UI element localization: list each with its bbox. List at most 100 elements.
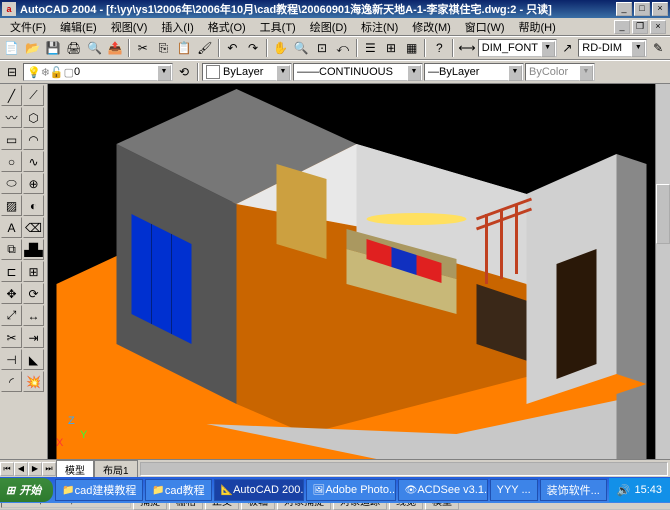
stretch-icon[interactable]: ↔ [23,305,44,326]
match-icon[interactable]: 🖌 [195,38,215,58]
open-icon[interactable]: 📂 [23,38,43,58]
maximize-button[interactable]: □ [634,2,650,16]
save-icon[interactable]: 💾 [43,38,63,58]
rectangle-icon[interactable]: ▭ [1,129,22,150]
erase-icon[interactable]: ⌫ [23,217,44,238]
toolpalette-icon[interactable]: ▦ [402,38,422,58]
cut-icon[interactable]: ✂ [133,38,153,58]
array-icon[interactable]: ⊞ [23,261,44,282]
task-item[interactable]: 📁cad教程 [145,479,211,501]
undo-icon[interactable]: ↶ [223,38,243,58]
menu-window[interactable]: 窗口(W) [459,18,511,36]
copy-obj-icon[interactable]: ⧉ [1,239,22,260]
dimstyle-dropdown[interactable]: DIM_FONT [478,39,557,57]
layer-manager-icon[interactable]: ⊟ [2,62,22,82]
publish-icon[interactable]: 📤 [105,38,125,58]
layer-prev-icon[interactable]: ⟲ [174,62,194,82]
menu-draw[interactable]: 绘图(D) [304,18,353,36]
hatch-icon[interactable]: ▨ [1,195,22,216]
vertical-scrollbar[interactable] [655,84,670,459]
linetype-value: CONTINUOUS [319,66,393,78]
trim-icon[interactable]: ✂ [1,327,22,348]
zoom-prev-icon[interactable]: ⤺ [333,38,353,58]
text-icon[interactable]: A [1,217,22,238]
region-icon[interactable]: ◐ [23,195,44,216]
tab-first-icon[interactable]: ⏮ [0,462,14,476]
task-item[interactable]: 📁cad建模教程 [55,479,143,501]
help-icon[interactable]: ? [429,38,449,58]
tray-icon[interactable]: 🔊 [617,484,631,497]
print-icon[interactable]: 🖨 [64,38,84,58]
insert-icon[interactable]: ⊕ [23,173,44,194]
new-icon[interactable]: 📄 [2,38,22,58]
layer-dropdown[interactable]: 💡❄🔓▢ 0 [23,63,173,81]
plotstyle-dropdown[interactable]: ByColor [525,63,595,81]
paste-icon[interactable]: 📋 [174,38,194,58]
menu-modify[interactable]: 修改(M) [406,18,457,36]
move-icon[interactable]: ✥ [1,283,22,304]
extend-icon[interactable]: ⇥ [23,327,44,348]
menu-help[interactable]: 帮助(H) [513,18,562,36]
task-item[interactable]: 装饰软件... [540,479,607,501]
minimize-button[interactable]: _ [616,2,632,16]
arc-icon[interactable]: ◠ [23,129,44,150]
mdi-close-button[interactable]: × [650,20,666,34]
pline-icon[interactable]: 〰 [1,107,22,128]
ellipse-icon[interactable]: ⬭ [1,173,22,194]
break-icon[interactable]: ⊣ [1,349,22,370]
tab-prev-icon[interactable]: ◀ [14,462,28,476]
model-viewport[interactable]: Z Y X [48,84,655,459]
dim-linear-icon[interactable]: ⟷ [457,38,477,58]
circle-icon[interactable]: ○ [1,151,22,172]
copy-icon[interactable]: ⎘ [154,38,174,58]
system-tray[interactable]: 🔊 15:43 [609,478,670,502]
tab-layout1[interactable]: 布局1 [94,460,138,478]
mirror-icon[interactable]: ▟▙ [23,239,44,260]
preview-icon[interactable]: 🔍 [85,38,105,58]
tab-last-icon[interactable]: ⏭ [42,462,56,476]
menu-insert[interactable]: 插入(I) [155,18,199,36]
color-value: ByLayer [223,66,263,78]
line-icon[interactable]: ╱ [1,85,22,106]
polygon-icon[interactable]: ⬡ [23,107,44,128]
tab-next-icon[interactable]: ▶ [28,462,42,476]
task-item-autocad[interactable]: 📐AutoCAD 200... [214,479,304,501]
mdi-restore-button[interactable]: ❐ [632,20,648,34]
spline-icon[interactable]: ∿ [23,151,44,172]
mdi-minimize-button[interactable]: _ [614,20,630,34]
properties-icon[interactable]: ☰ [361,38,381,58]
horizontal-scrollbar[interactable] [140,462,668,476]
close-button[interactable]: × [652,2,668,16]
menu-file[interactable]: 文件(F) [4,18,52,36]
redo-icon[interactable]: ↷ [243,38,263,58]
menubar: 文件(F) 编辑(E) 视图(V) 插入(I) 格式(O) 工具(T) 绘图(D… [0,18,670,36]
tab-model[interactable]: 模型 [56,460,94,478]
color-dropdown[interactable]: ByLayer [202,63,292,81]
menu-view[interactable]: 视图(V) [105,18,154,36]
task-item[interactable]: 🖼Adobe Photo... [306,479,396,501]
fillet-icon[interactable]: ◜ [1,371,22,392]
task-item[interactable]: 👁ACDSee v3.1... [398,479,488,501]
task-item[interactable]: YYY ... [490,479,538,501]
linetype-dropdown[interactable]: —— CONTINUOUS [293,63,423,81]
menu-tools[interactable]: 工具(T) [254,18,302,36]
window-title: AutoCAD 2004 - [f:\yy\ys1\2006年\2006年10月… [20,1,616,17]
pan-icon[interactable]: ✋ [271,38,291,58]
menu-format[interactable]: 格式(O) [202,18,252,36]
menu-edit[interactable]: 编辑(E) [54,18,103,36]
scale-icon[interactable]: ⤢ [1,305,22,326]
designcenter-icon[interactable]: ⊞ [381,38,401,58]
explode-icon[interactable]: 💥 [23,371,44,392]
lineweight-dropdown[interactable]: — ByLayer [424,63,524,81]
zoom-realtime-icon[interactable]: 🔍 [292,38,312,58]
menu-dimension[interactable]: 标注(N) [355,18,404,36]
rotate-icon[interactable]: ⟳ [23,283,44,304]
offset-icon[interactable]: ⊏ [1,261,22,282]
zoom-window-icon[interactable]: ⊡ [312,38,332,58]
start-button[interactable]: ⊞开始 [0,478,53,502]
chamfer-icon[interactable]: ◣ [23,349,44,370]
xline-icon[interactable]: ⟋ [23,85,44,106]
dim-update-icon[interactable]: ↗ [558,38,578,58]
dim-edit-icon[interactable]: ✎ [648,38,668,58]
dimtype-dropdown[interactable]: RD-DIM [578,39,647,57]
